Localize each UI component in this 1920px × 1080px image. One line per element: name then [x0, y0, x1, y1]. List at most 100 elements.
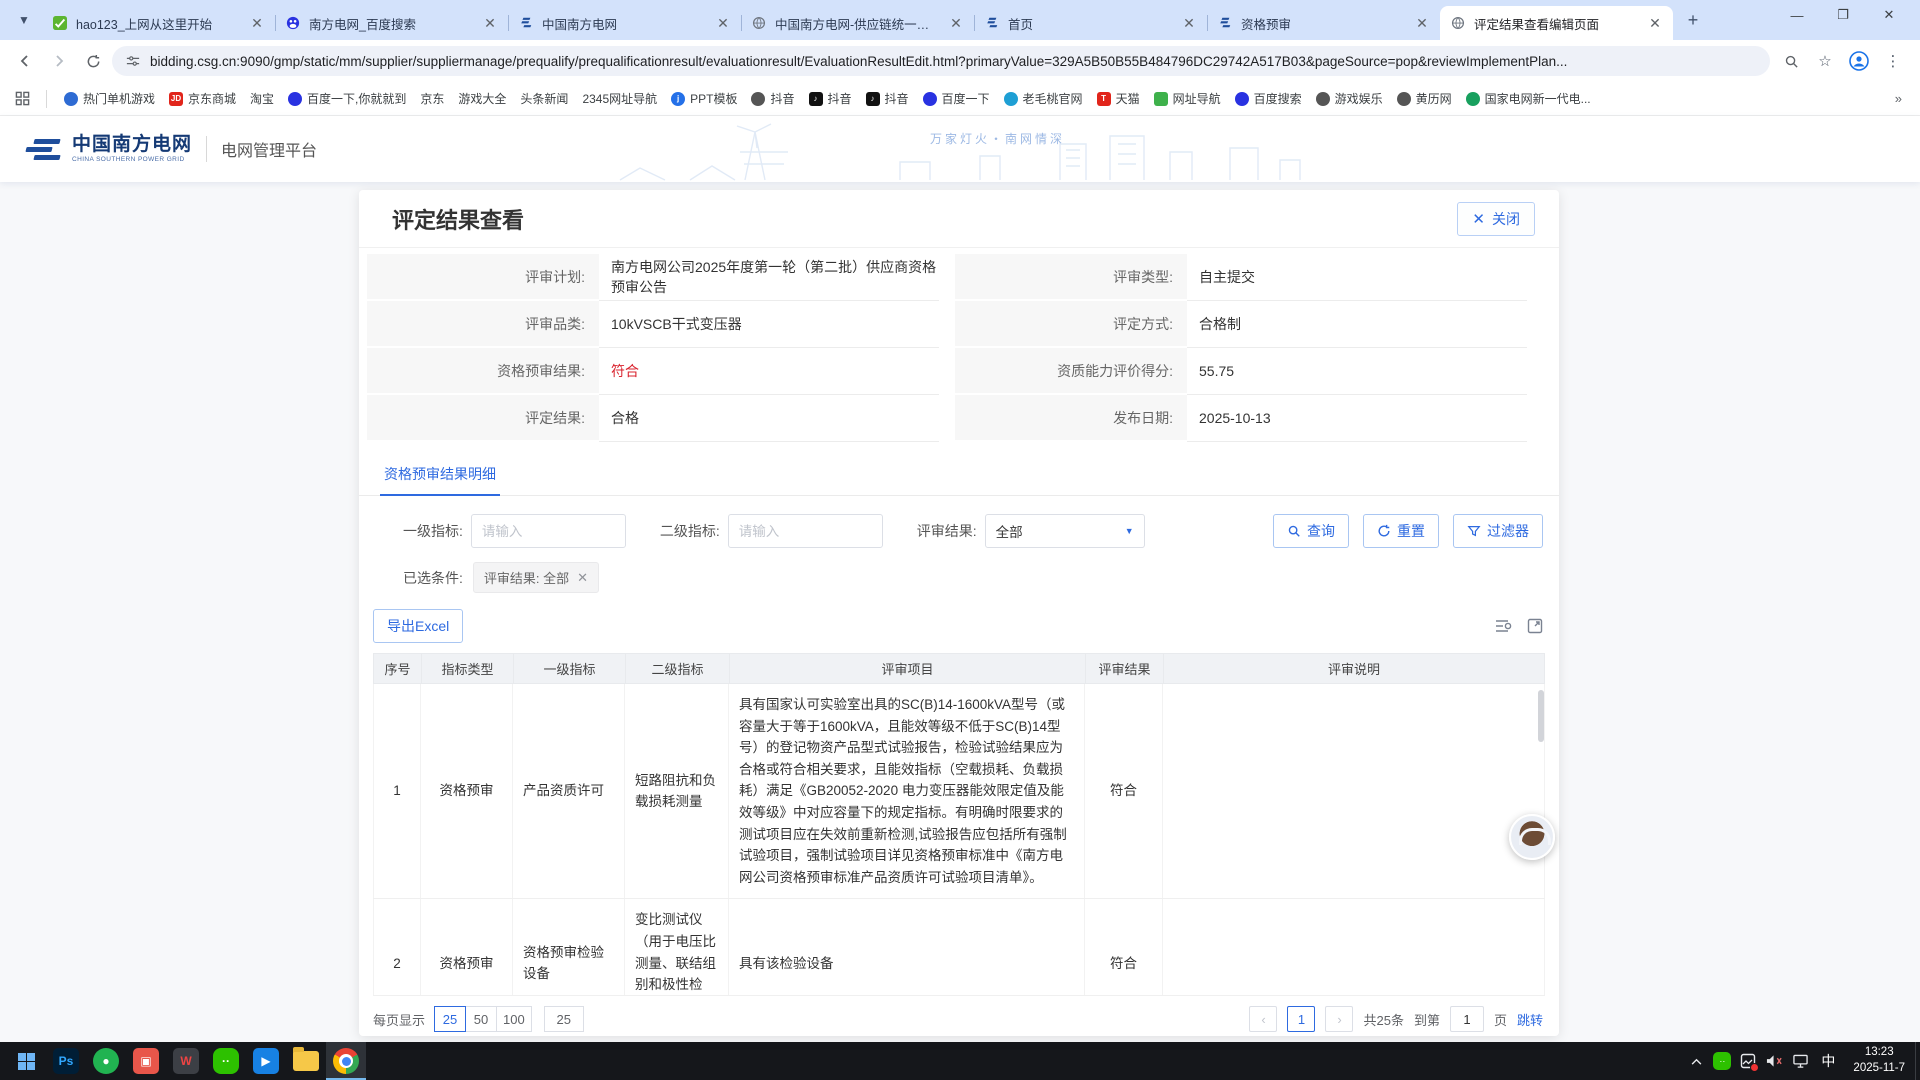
- url-text[interactable]: bidding.csg.cn:9090/gmp/static/mm/suppli…: [150, 54, 1567, 69]
- bookmark-item[interactable]: 百度一下: [916, 87, 997, 110]
- show-desktop-button[interactable]: [1915, 1042, 1920, 1080]
- tab-close-icon[interactable]: ✕: [948, 15, 964, 32]
- image-viewer-icon[interactable]: ▣: [126, 1042, 166, 1080]
- network-icon[interactable]: [1787, 1042, 1813, 1080]
- browser-menu-icon[interactable]: ⋮: [1880, 48, 1906, 74]
- bookmark-item[interactable]: jPPT模板: [664, 87, 744, 110]
- table-header-row: 序号指标类型一级指标二级指标评审项目评审结果评审说明: [373, 653, 1545, 684]
- l2-indicator-input[interactable]: [728, 514, 883, 548]
- apps-grid-icon[interactable]: [10, 87, 34, 111]
- chrome-icon[interactable]: [326, 1042, 366, 1080]
- taskbar-clock[interactable]: 13:23 2025-11-7: [1843, 1045, 1915, 1076]
- wechat-icon[interactable]: ··: [206, 1042, 246, 1080]
- bookmark-item[interactable]: 京东: [413, 87, 451, 110]
- bookmark-item[interactable]: 百度一下,你就就到: [281, 87, 413, 110]
- jump-button[interactable]: 跳转: [1517, 1010, 1543, 1029]
- bookmark-item[interactable]: 游戏娱乐: [1309, 87, 1390, 110]
- bookmark-item[interactable]: 黄历网: [1390, 87, 1459, 110]
- start-button[interactable]: [6, 1042, 46, 1080]
- tab-close-icon[interactable]: ✕: [249, 15, 265, 32]
- export-excel-button[interactable]: 导出Excel: [373, 609, 463, 643]
- bookmark-star-icon[interactable]: ☆: [1812, 48, 1838, 74]
- zoom-page-icon[interactable]: [1778, 48, 1804, 74]
- site-settings-icon[interactable]: [126, 54, 140, 68]
- url-bar[interactable]: bidding.csg.cn:9090/gmp/static/mm/suppli…: [112, 46, 1770, 76]
- new-tab-button[interactable]: +: [1679, 6, 1707, 34]
- browser-tab[interactable]: 南方电网_百度搜索✕: [275, 6, 508, 40]
- goto-page-input[interactable]: [1450, 1006, 1484, 1032]
- ime-indicator[interactable]: 中: [1813, 1042, 1843, 1080]
- bookmark-item[interactable]: 淘宝: [243, 87, 281, 110]
- bookmark-favicon-icon: [1004, 92, 1018, 106]
- browser-tab[interactable]: 评定结果查看编辑页面✕: [1440, 6, 1673, 40]
- remove-condition-icon[interactable]: ✕: [577, 570, 588, 586]
- tab-close-icon[interactable]: ✕: [1414, 15, 1430, 32]
- fullscreen-icon[interactable]: [1527, 618, 1543, 634]
- page-size-value[interactable]: 25: [544, 1006, 584, 1032]
- wps-icon[interactable]: W: [166, 1042, 206, 1080]
- bookmarks-overflow-icon[interactable]: »: [1887, 91, 1910, 106]
- minimize-button[interactable]: —: [1774, 0, 1820, 30]
- search-button[interactable]: 查询: [1273, 514, 1349, 548]
- volume-muted-icon[interactable]: [1761, 1042, 1787, 1080]
- close-window-button[interactable]: ✕: [1866, 0, 1912, 30]
- file-explorer-icon[interactable]: [286, 1042, 326, 1080]
- bookmark-item[interactable]: ♪抖音: [802, 87, 859, 110]
- browser-tab[interactable]: 中国南方电网✕: [508, 6, 741, 40]
- bookmark-item[interactable]: 百度搜索: [1228, 87, 1309, 110]
- bookmark-item[interactable]: 头条新闻: [513, 87, 575, 110]
- bookmark-item[interactable]: 网址导航: [1147, 87, 1228, 110]
- bookmark-label: 百度搜索: [1254, 90, 1302, 107]
- table-cell-result: 符合: [1085, 684, 1163, 898]
- tab-close-icon[interactable]: ✕: [482, 15, 498, 32]
- bookmark-item[interactable]: JD京东商城: [162, 87, 243, 110]
- green-app-icon[interactable]: ●: [86, 1042, 126, 1080]
- refresh-button[interactable]: [78, 46, 108, 76]
- tab-close-icon[interactable]: ✕: [1647, 15, 1663, 32]
- bookmark-item[interactable]: 抖音: [744, 87, 801, 110]
- page-size-option[interactable]: 25: [434, 1006, 466, 1032]
- field-value: 55.75: [1187, 348, 1527, 395]
- tab-prequalification-detail[interactable]: 资格预审结果明细: [380, 458, 500, 496]
- video-app-icon[interactable]: ▶: [246, 1042, 286, 1080]
- profile-avatar-icon[interactable]: [1846, 48, 1872, 74]
- tab-search-icon[interactable]: ▼: [10, 6, 38, 34]
- tray-wechat-icon[interactable]: ··: [1709, 1042, 1735, 1080]
- photoshop-icon[interactable]: Ps: [46, 1042, 86, 1080]
- tray-expand-icon[interactable]: [1683, 1042, 1709, 1080]
- maximize-button[interactable]: ❐: [1820, 0, 1866, 30]
- tray-photos-icon[interactable]: [1735, 1042, 1761, 1080]
- prev-page-button[interactable]: ‹: [1249, 1006, 1277, 1032]
- bookmark-item[interactable]: 游戏大全: [451, 87, 513, 110]
- taskbar: Ps ● ▣ W ·· ▶ ·· 中 13:23 2025-11-7: [0, 1042, 1920, 1080]
- l1-indicator-input[interactable]: [471, 514, 626, 548]
- bookmark-item[interactable]: 国家电网新一代电...: [1459, 87, 1598, 110]
- browser-tab[interactable]: 中国南方电网-供应链统一服务...✕: [741, 6, 974, 40]
- current-page-button[interactable]: 1: [1287, 1006, 1315, 1032]
- page-size-option[interactable]: 100: [496, 1006, 532, 1032]
- tab-close-icon[interactable]: ✕: [715, 15, 731, 32]
- browser-tab[interactable]: hao123_上网从这里开始 ✕: [42, 6, 275, 40]
- bookmark-item[interactable]: 2345网址导航: [575, 87, 664, 110]
- browser-tab[interactable]: 首页✕: [974, 6, 1207, 40]
- table-scrollbar[interactable]: [1538, 690, 1544, 742]
- field-label: 评审品类:: [367, 301, 599, 348]
- browser-tab[interactable]: 资格预审✕: [1207, 6, 1440, 40]
- page-size-option[interactable]: 50: [465, 1006, 497, 1032]
- bookmark-item[interactable]: 老毛桃官网: [997, 87, 1090, 110]
- tab-title: hao123_上网从这里开始: [76, 14, 241, 33]
- table-settings-icon[interactable]: [1495, 618, 1513, 634]
- forward-button[interactable]: [44, 46, 74, 76]
- bookmark-item[interactable]: ♪抖音: [859, 87, 916, 110]
- assistant-avatar[interactable]: [1509, 814, 1555, 860]
- filter-button[interactable]: 过滤器: [1453, 514, 1543, 548]
- bookmark-favicon-icon: JD: [169, 92, 183, 106]
- back-button[interactable]: [10, 46, 40, 76]
- bookmark-item[interactable]: T天猫: [1090, 87, 1147, 110]
- bookmark-item[interactable]: 热门单机游戏: [57, 87, 162, 110]
- review-result-select[interactable]: 全部 ▼: [985, 514, 1145, 548]
- close-modal-button[interactable]: ✕ 关闭: [1457, 202, 1535, 236]
- reset-button[interactable]: 重置: [1363, 514, 1439, 548]
- tab-close-icon[interactable]: ✕: [1181, 15, 1197, 32]
- next-page-button[interactable]: ›: [1325, 1006, 1353, 1032]
